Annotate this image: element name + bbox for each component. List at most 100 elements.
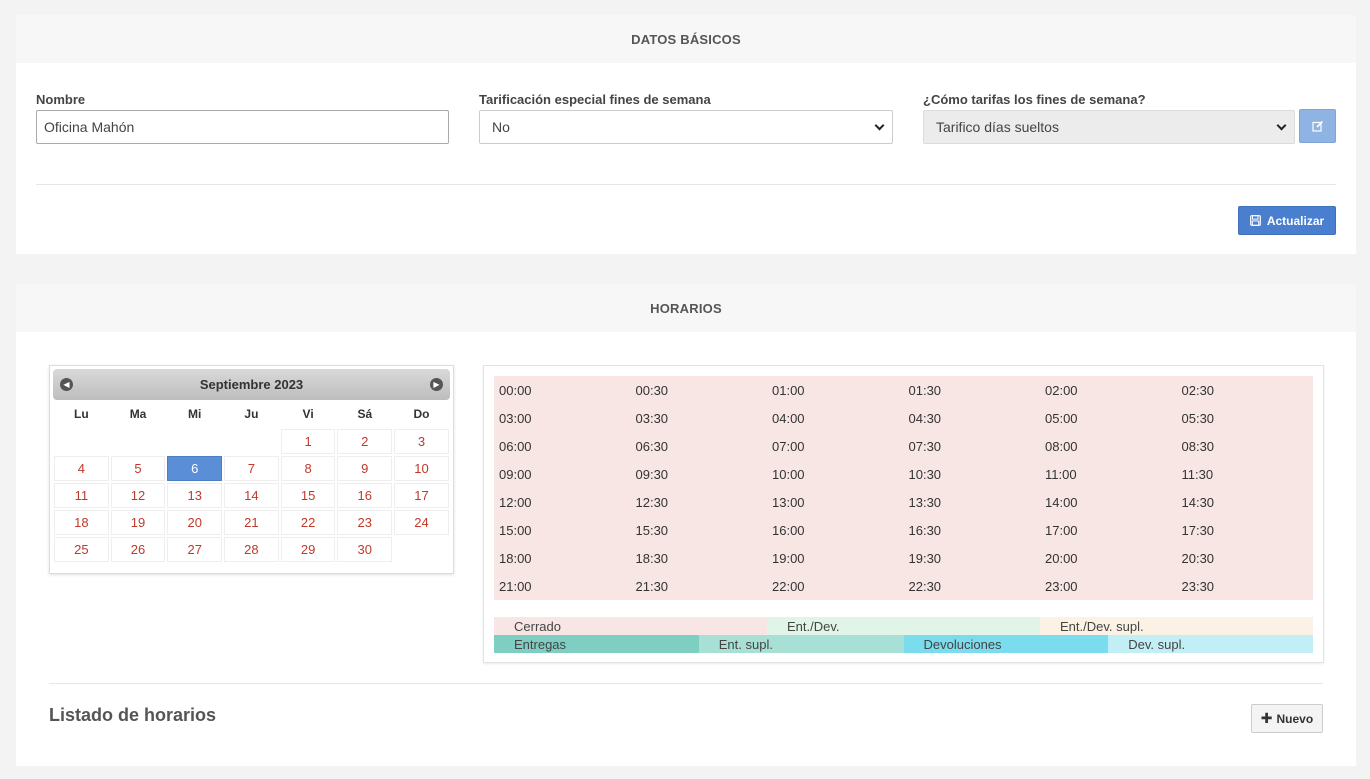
calendar-day[interactable]: 25: [54, 537, 109, 562]
time-slot[interactable]: 20:30: [1177, 544, 1314, 572]
calendar-day[interactable]: 20: [167, 510, 223, 535]
calendar-day[interactable]: 27: [167, 537, 223, 562]
time-slot[interactable]: 06:00: [494, 432, 631, 460]
calendar-day[interactable]: 30: [337, 537, 393, 562]
calendar-day[interactable]: 8: [280, 456, 336, 481]
edit-button[interactable]: [1299, 109, 1336, 143]
time-slot[interactable]: 01:30: [904, 376, 1041, 404]
calendar-empty-cell: [54, 429, 109, 454]
basic-data-panel: DATOS BÁSICOS Nombre Oficina Mahón Tarif…: [16, 15, 1356, 254]
time-slot[interactable]: 04:00: [767, 404, 904, 432]
calendar-day[interactable]: 4: [54, 456, 109, 481]
time-slot[interactable]: 15:30: [631, 516, 768, 544]
time-slot[interactable]: 10:30: [904, 460, 1041, 488]
calendar-day-selected[interactable]: 6: [167, 456, 223, 481]
legend-item: Dev. supl.: [1108, 635, 1313, 653]
time-slot[interactable]: 02:00: [1040, 376, 1177, 404]
next-month-icon[interactable]: ▶: [430, 378, 443, 391]
calendar-day[interactable]: 18: [54, 510, 109, 535]
calendar-day[interactable]: 23: [337, 510, 393, 535]
time-slot[interactable]: 13:30: [904, 488, 1041, 516]
time-slot[interactable]: 00:00: [494, 376, 631, 404]
calendar-empty-cell: [224, 429, 279, 454]
weekday-row: Lu Ma Mi Ju Vi Sá Do: [53, 400, 450, 428]
calendar-day[interactable]: 12: [110, 483, 166, 508]
time-slot[interactable]: 10:00: [767, 460, 904, 488]
time-slot[interactable]: 08:30: [1177, 432, 1314, 460]
divider: [49, 683, 1323, 684]
time-slot[interactable]: 09:00: [494, 460, 631, 488]
time-slot[interactable]: 05:30: [1177, 404, 1314, 432]
time-slot[interactable]: 06:30: [631, 432, 768, 460]
time-slot[interactable]: 01:00: [767, 376, 904, 404]
time-slot[interactable]: 18:00: [494, 544, 631, 572]
calendar-day[interactable]: 16: [337, 483, 393, 508]
calendar-day[interactable]: 7: [224, 456, 279, 481]
calendar-day[interactable]: 19: [110, 510, 166, 535]
calendar-day[interactable]: 11: [54, 483, 109, 508]
nombre-input[interactable]: Oficina Mahón: [36, 110, 449, 144]
time-slot[interactable]: 15:00: [494, 516, 631, 544]
calendar-day[interactable]: 24: [394, 510, 449, 535]
weekday-label: Lu: [74, 407, 89, 421]
calendar-day[interactable]: 13: [167, 483, 223, 508]
legend-item: Ent./Dev.: [767, 617, 1040, 635]
new-label: Nuevo: [1276, 711, 1314, 726]
time-slot[interactable]: 14:00: [1040, 488, 1177, 516]
time-slot[interactable]: 19:30: [904, 544, 1041, 572]
hours-panel: HORARIOS ◀ Septiembre 2023 ▶ Lu Ma Mi Ju Vi S…: [16, 284, 1356, 766]
update-button[interactable]: Actualizar: [1238, 206, 1336, 235]
time-slot[interactable]: 21:30: [631, 572, 768, 600]
time-slot[interactable]: 17:30: [1177, 516, 1314, 544]
time-slot[interactable]: 21:00: [494, 572, 631, 600]
legend-item: Cerrado: [494, 617, 767, 635]
time-slot[interactable]: 18:30: [631, 544, 768, 572]
calendar-day[interactable]: 5: [110, 456, 166, 481]
como-select[interactable]: Tarifico días sueltos: [923, 110, 1295, 144]
time-slot[interactable]: 17:00: [1040, 516, 1177, 544]
calendar-day[interactable]: 22: [280, 510, 336, 535]
time-slot[interactable]: 16:30: [904, 516, 1041, 544]
calendar-day[interactable]: 29: [280, 537, 336, 562]
time-slot[interactable]: 07:30: [904, 432, 1041, 460]
calendar-day[interactable]: 3: [394, 429, 449, 454]
time-slot[interactable]: 22:00: [767, 572, 904, 600]
calendar-day[interactable]: 28: [224, 537, 279, 562]
time-slot[interactable]: 23:00: [1040, 572, 1177, 600]
calendar-day[interactable]: 10: [394, 456, 449, 481]
calendar-day[interactable]: 2: [337, 429, 393, 454]
calendar-day[interactable]: 1: [280, 429, 336, 454]
tarif-select[interactable]: No: [479, 110, 893, 144]
time-slot[interactable]: 14:30: [1177, 488, 1314, 516]
basic-data-title: DATOS BÁSICOS: [16, 15, 1356, 63]
time-slot[interactable]: 07:00: [767, 432, 904, 460]
time-slot[interactable]: 02:30: [1177, 376, 1314, 404]
time-slot[interactable]: 05:00: [1040, 404, 1177, 432]
time-slot[interactable]: 12:30: [631, 488, 768, 516]
time-slot[interactable]: 20:00: [1040, 544, 1177, 572]
calendar-day[interactable]: 17: [394, 483, 449, 508]
time-slot[interactable]: 03:30: [631, 404, 768, 432]
time-slot[interactable]: 22:30: [904, 572, 1041, 600]
time-slot[interactable]: 12:00: [494, 488, 631, 516]
time-slot[interactable]: 04:30: [904, 404, 1041, 432]
time-slot[interactable]: 16:00: [767, 516, 904, 544]
calendar-header: ◀ Septiembre 2023 ▶: [53, 369, 450, 400]
time-slot[interactable]: 03:00: [494, 404, 631, 432]
calendar-day[interactable]: 15: [280, 483, 336, 508]
time-slot[interactable]: 11:30: [1177, 460, 1314, 488]
calendar-empty-cell: [167, 429, 223, 454]
prev-month-icon[interactable]: ◀: [60, 378, 73, 391]
calendar-day[interactable]: 26: [110, 537, 166, 562]
time-slot[interactable]: 13:00: [767, 488, 904, 516]
new-schedule-button[interactable]: ✚ Nuevo: [1251, 704, 1323, 733]
time-slot[interactable]: 00:30: [631, 376, 768, 404]
calendar-day[interactable]: 9: [337, 456, 393, 481]
calendar-day[interactable]: 21: [224, 510, 279, 535]
calendar-day[interactable]: 14: [224, 483, 279, 508]
time-slot[interactable]: 19:00: [767, 544, 904, 572]
time-slot[interactable]: 11:00: [1040, 460, 1177, 488]
time-slot[interactable]: 23:30: [1177, 572, 1314, 600]
time-slot[interactable]: 09:30: [631, 460, 768, 488]
time-slot[interactable]: 08:00: [1040, 432, 1177, 460]
